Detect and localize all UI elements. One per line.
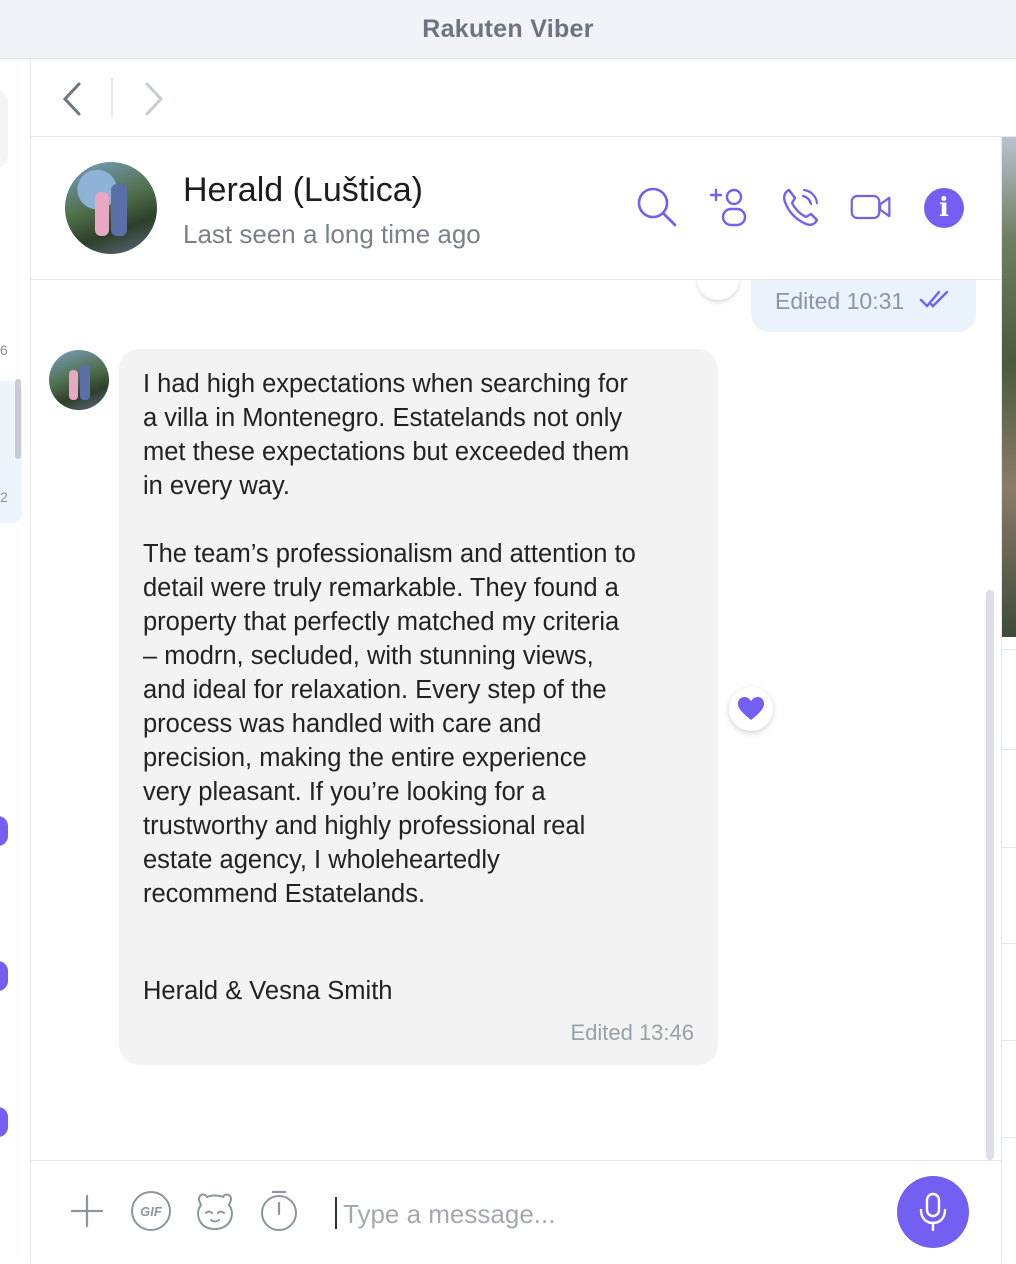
- gif-icon[interactable]: GIF: [129, 1189, 173, 1233]
- message-composer: GIF: [31, 1160, 1001, 1264]
- conversation-header: Herald (Luštica) Last seen a long time a…: [31, 137, 1001, 280]
- chat-list-sidebar[interactable]: 6 2: [0, 59, 31, 1263]
- message-list[interactable]: Edited 10:31 I had high expectations whe…: [31, 280, 1001, 1160]
- outgoing-message[interactable]: Edited 10:31: [751, 280, 976, 332]
- unread-badge: [0, 961, 8, 991]
- unread-badge: [0, 816, 8, 846]
- nav-divider: [111, 77, 113, 117]
- sidebar-scrollbar[interactable]: [15, 379, 21, 459]
- info-panel-edge: [1001, 137, 1016, 1263]
- media-thumbnail[interactable]: [1002, 137, 1016, 637]
- navigation-bar: [31, 59, 1016, 137]
- plus-icon[interactable]: [65, 1189, 109, 1233]
- message-signature: Herald & Vesna Smith: [143, 977, 393, 1005]
- message-input[interactable]: [341, 1191, 885, 1237]
- message-time: Edited 13:46: [570, 1020, 694, 1045]
- chevron-right-icon[interactable]: [143, 81, 165, 117]
- sidebar-fragment: 6: [0, 342, 8, 358]
- search-icon[interactable]: [635, 185, 679, 229]
- add-participant-icon[interactable]: [707, 185, 751, 229]
- sidebar-fragment: 2: [0, 489, 8, 505]
- call-icon[interactable]: [779, 185, 823, 229]
- contact-status: Last seen a long time ago: [183, 219, 481, 249]
- timer-icon[interactable]: [257, 1189, 301, 1233]
- video-call-icon[interactable]: [849, 185, 893, 229]
- avatar[interactable]: [49, 350, 109, 410]
- info-icon[interactable]: i: [924, 188, 964, 228]
- microphone-icon[interactable]: [897, 1176, 969, 1248]
- avatar[interactable]: [65, 162, 157, 254]
- sticker-icon[interactable]: [193, 1189, 237, 1233]
- message-time: Edited 10:31: [775, 288, 905, 314]
- svg-text:GIF: GIF: [140, 1204, 163, 1219]
- text-cursor: [335, 1197, 337, 1229]
- chevron-left-icon[interactable]: [61, 81, 83, 117]
- message-text: I had high expectations when searching f…: [143, 370, 636, 908]
- sidebar-avatar-chip[interactable]: [0, 89, 8, 169]
- reaction-button[interactable]: [697, 280, 739, 300]
- read-receipt-icon: [919, 290, 949, 308]
- contact-name[interactable]: Herald (Luštica): [183, 171, 423, 210]
- unread-badge: [0, 1107, 8, 1137]
- chat-scrollbar[interactable]: [986, 590, 994, 1160]
- window-titlebar: Rakuten Viber: [0, 0, 1016, 59]
- incoming-message[interactable]: I had high expectations when searching f…: [119, 349, 718, 1065]
- heart-icon[interactable]: [729, 687, 773, 731]
- app-title: Rakuten Viber: [422, 14, 594, 43]
